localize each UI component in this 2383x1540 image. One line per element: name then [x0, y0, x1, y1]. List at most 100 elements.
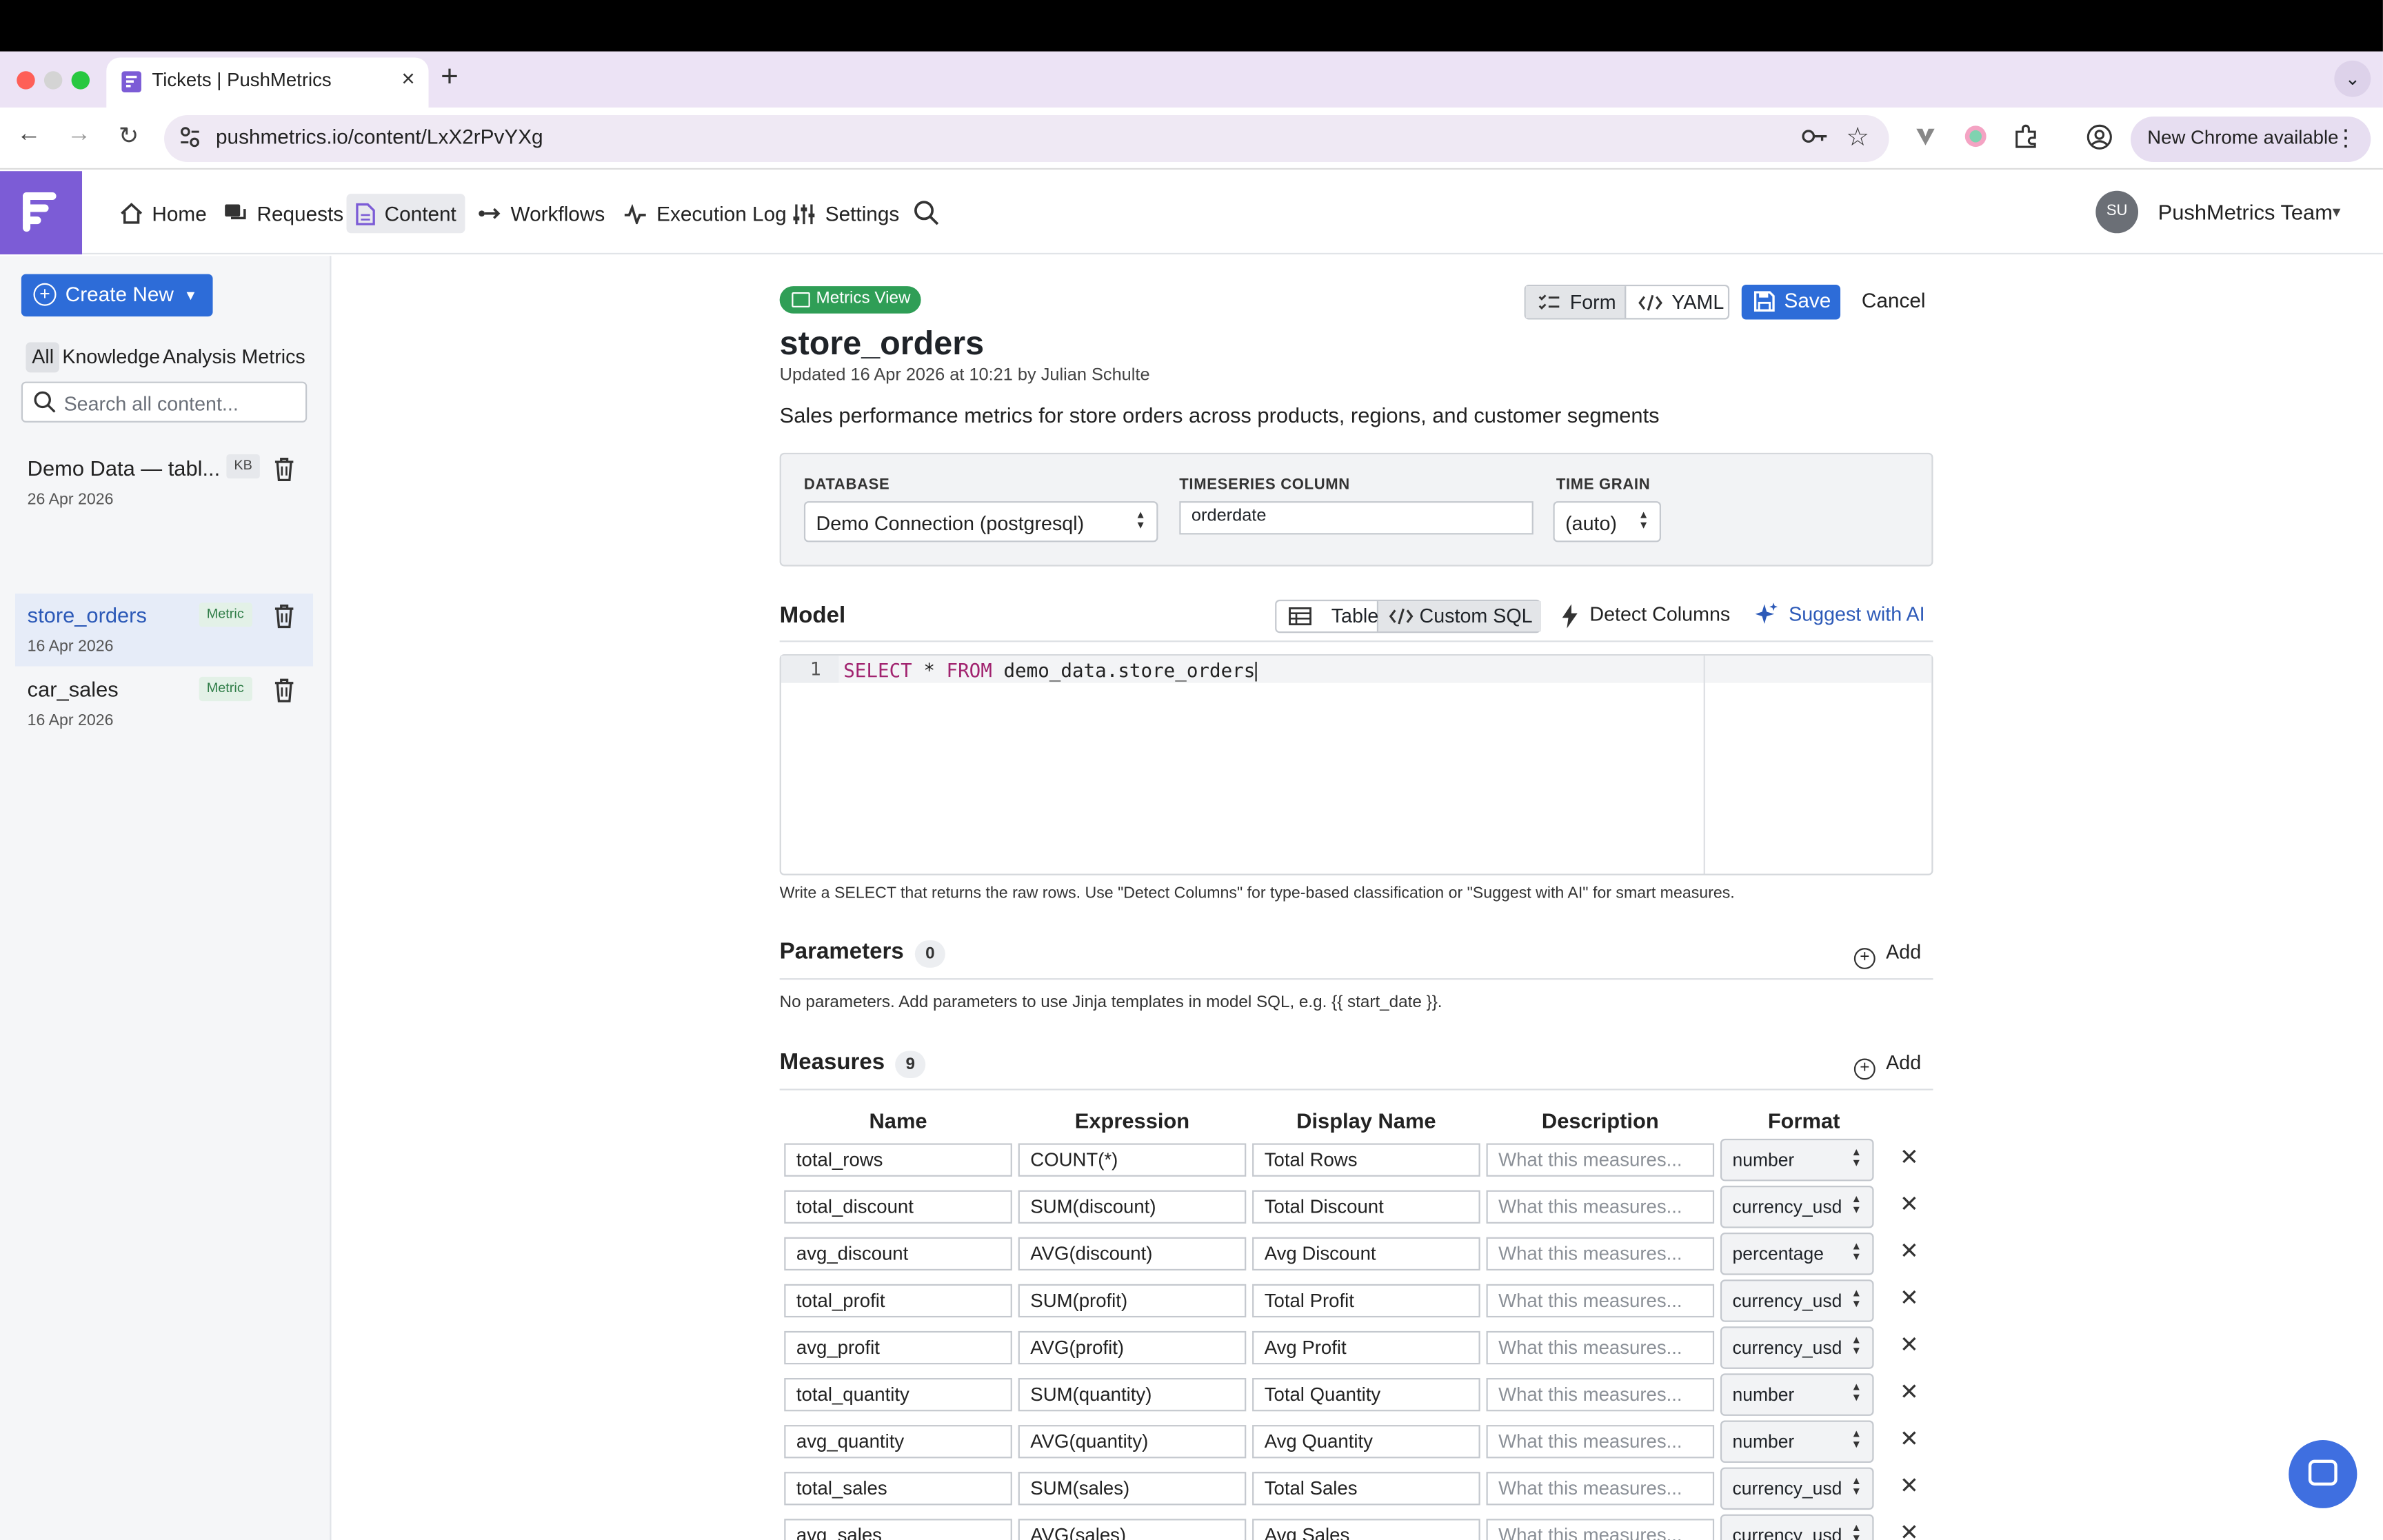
- nav-workflows[interactable]: Workflows: [468, 194, 614, 233]
- measure-display-name-input[interactable]: Total Quantity: [1252, 1377, 1480, 1412]
- table-mode-button[interactable]: Table: [1276, 601, 1378, 632]
- browser-tab[interactable]: Tickets | PushMetrics ×: [106, 57, 429, 108]
- measure-format-select[interactable]: number ▲ ▼: [1720, 1138, 1874, 1182]
- measure-format-select[interactable]: number ▲ ▼: [1720, 1420, 1874, 1463]
- measure-expression-input[interactable]: SUM(quantity): [1018, 1377, 1247, 1412]
- sidebar-item-car-sales[interactable]: car_sales Metric 16 Apr 2026: [15, 668, 313, 740]
- yaml-toggle-button[interactable]: YAML: [1626, 286, 1729, 318]
- nav-settings[interactable]: Settings: [783, 194, 908, 233]
- measure-format-select[interactable]: currency_usd ▲ ▼: [1720, 1326, 1874, 1369]
- filter-all[interactable]: All: [26, 342, 60, 373]
- forward-icon[interactable]: →: [67, 121, 91, 149]
- reload-icon[interactable]: ↻: [119, 121, 139, 152]
- measure-description-input[interactable]: What this measures...: [1486, 1143, 1715, 1177]
- remove-measure-icon[interactable]: ✕: [1900, 1191, 1919, 1217]
- measure-display-name-input[interactable]: Avg Sales: [1252, 1519, 1480, 1540]
- timeseries-column-input[interactable]: orderdate: [1179, 501, 1534, 535]
- window-zoom-button[interactable]: [71, 71, 90, 90]
- trash-icon[interactable]: [274, 678, 295, 702]
- measure-format-select[interactable]: currency_usd ▲ ▼: [1720, 1279, 1874, 1322]
- measure-name-input[interactable]: total_quantity: [784, 1377, 1012, 1412]
- measure-expression-input[interactable]: AVG(quantity): [1018, 1425, 1247, 1459]
- measure-name-input[interactable]: total_profit: [784, 1284, 1012, 1318]
- password-key-icon[interactable]: [1801, 125, 1829, 147]
- suggest-with-ai-button[interactable]: Suggest with AI: [1755, 602, 1925, 625]
- measure-display-name-input[interactable]: Avg Discount: [1252, 1237, 1480, 1271]
- measure-expression-input[interactable]: AVG(sales): [1018, 1519, 1247, 1540]
- measure-expression-input[interactable]: SUM(profit): [1018, 1284, 1247, 1318]
- cancel-button[interactable]: Cancel: [1862, 290, 1926, 312]
- site-settings-icon[interactable]: [179, 125, 201, 150]
- remove-measure-icon[interactable]: ✕: [1900, 1519, 1919, 1540]
- new-chrome-available-button[interactable]: New Chrome available ⋮: [2131, 116, 2371, 163]
- measure-description-input[interactable]: What this measures...: [1486, 1237, 1715, 1271]
- create-new-button[interactable]: + Create New ▼: [21, 274, 213, 317]
- measure-description-input[interactable]: What this measures...: [1486, 1519, 1715, 1540]
- tab-search-button[interactable]: ⌄: [2334, 60, 2371, 97]
- nav-requests[interactable]: Requests: [214, 194, 353, 233]
- sql-editor[interactable]: 1 SELECT * FROM demo_data.store_orders: [779, 654, 1933, 875]
- add-measure-button[interactable]: + Add: [1853, 1051, 1921, 1080]
- measure-display-name-input[interactable]: Total Sales: [1252, 1472, 1480, 1506]
- save-button[interactable]: Save: [1741, 284, 1841, 320]
- measure-name-input[interactable]: avg_sales: [784, 1519, 1012, 1540]
- extension-vivaldi-icon[interactable]: [1913, 124, 1938, 148]
- remove-measure-icon[interactable]: ✕: [1900, 1331, 1919, 1358]
- measure-name-input[interactable]: total_sales: [784, 1472, 1012, 1506]
- measure-display-name-input[interactable]: Total Profit: [1252, 1284, 1480, 1318]
- measure-format-select[interactable]: currency_usd ▲ ▼: [1720, 1514, 1874, 1540]
- remove-measure-icon[interactable]: ✕: [1900, 1284, 1919, 1311]
- measure-description-input[interactable]: What this measures...: [1486, 1284, 1715, 1318]
- sidebar-item-demo-data[interactable]: Demo Data — tabl... KB 26 Apr 2026: [15, 447, 313, 519]
- measure-format-select[interactable]: percentage ▲ ▼: [1720, 1233, 1874, 1275]
- measure-expression-input[interactable]: COUNT(*): [1018, 1143, 1247, 1177]
- measure-display-name-input[interactable]: Total Rows: [1252, 1143, 1480, 1177]
- search-icon[interactable]: [914, 200, 939, 225]
- page-description[interactable]: Sales performance metrics for store orde…: [780, 403, 1660, 427]
- bookmark-star-icon[interactable]: ☆: [1846, 123, 1869, 153]
- extensions-puzzle-icon[interactable]: [2013, 124, 2039, 148]
- measure-expression-input[interactable]: AVG(profit): [1018, 1330, 1247, 1365]
- measure-name-input[interactable]: avg_profit: [784, 1330, 1012, 1365]
- add-parameter-button[interactable]: + Add: [1853, 940, 1921, 969]
- window-minimize-button[interactable]: [43, 71, 63, 90]
- trash-icon[interactable]: [274, 457, 295, 482]
- address-bar[interactable]: pushmetrics.io/content/LxX2rPvYXg ☆: [164, 114, 1889, 163]
- measure-name-input[interactable]: avg_discount: [784, 1237, 1012, 1271]
- filter-metrics[interactable]: Metrics: [236, 342, 312, 372]
- measure-description-input[interactable]: What this measures...: [1486, 1472, 1715, 1506]
- trash-icon[interactable]: [274, 604, 295, 629]
- pushmetrics-logo[interactable]: [0, 171, 83, 255]
- page-title[interactable]: store_orders: [780, 324, 984, 363]
- measure-description-input[interactable]: What this measures...: [1486, 1377, 1715, 1412]
- measure-name-input[interactable]: total_rows: [784, 1143, 1012, 1177]
- filter-analysis[interactable]: Analysis: [157, 342, 242, 372]
- measure-display-name-input[interactable]: Total Discount: [1252, 1190, 1480, 1224]
- remove-measure-icon[interactable]: ✕: [1900, 1472, 1919, 1499]
- nav-execution-log[interactable]: Execution Log: [614, 194, 796, 233]
- back-icon[interactable]: ←: [17, 121, 41, 149]
- tab-close-icon[interactable]: ×: [401, 67, 414, 92]
- support-chat-button[interactable]: [2289, 1440, 2357, 1508]
- measure-description-input[interactable]: What this measures...: [1486, 1330, 1715, 1365]
- measure-format-select[interactable]: number ▲ ▼: [1720, 1373, 1874, 1416]
- measure-name-input[interactable]: total_discount: [784, 1190, 1012, 1224]
- avatar[interactable]: SU: [2095, 190, 2139, 234]
- nav-home[interactable]: Home: [111, 194, 216, 233]
- measure-description-input[interactable]: What this measures...: [1486, 1190, 1715, 1224]
- measure-expression-input[interactable]: AVG(discount): [1018, 1237, 1247, 1271]
- form-toggle-button[interactable]: Form: [1525, 286, 1627, 318]
- sidebar-search-input[interactable]: Search all content...: [21, 381, 308, 423]
- measure-description-input[interactable]: What this measures...: [1486, 1425, 1715, 1459]
- nav-content[interactable]: Content: [346, 194, 466, 234]
- extension-colorful-icon[interactable]: [1964, 124, 1988, 148]
- remove-measure-icon[interactable]: ✕: [1900, 1237, 1919, 1264]
- measure-format-select[interactable]: currency_usd ▲ ▼: [1720, 1186, 1874, 1228]
- time-grain-select[interactable]: (auto) ▲ ▼: [1553, 501, 1661, 543]
- measure-expression-input[interactable]: SUM(sales): [1018, 1472, 1247, 1506]
- database-select[interactable]: Demo Connection (postgresql) ▲ ▼: [803, 501, 1158, 543]
- team-name[interactable]: PushMetrics Team: [2158, 200, 2333, 224]
- sidebar-item-store-orders[interactable]: store_orders Metric 16 Apr 2026: [15, 594, 314, 667]
- remove-measure-icon[interactable]: ✕: [1900, 1144, 1919, 1171]
- profile-icon[interactable]: [2087, 124, 2112, 150]
